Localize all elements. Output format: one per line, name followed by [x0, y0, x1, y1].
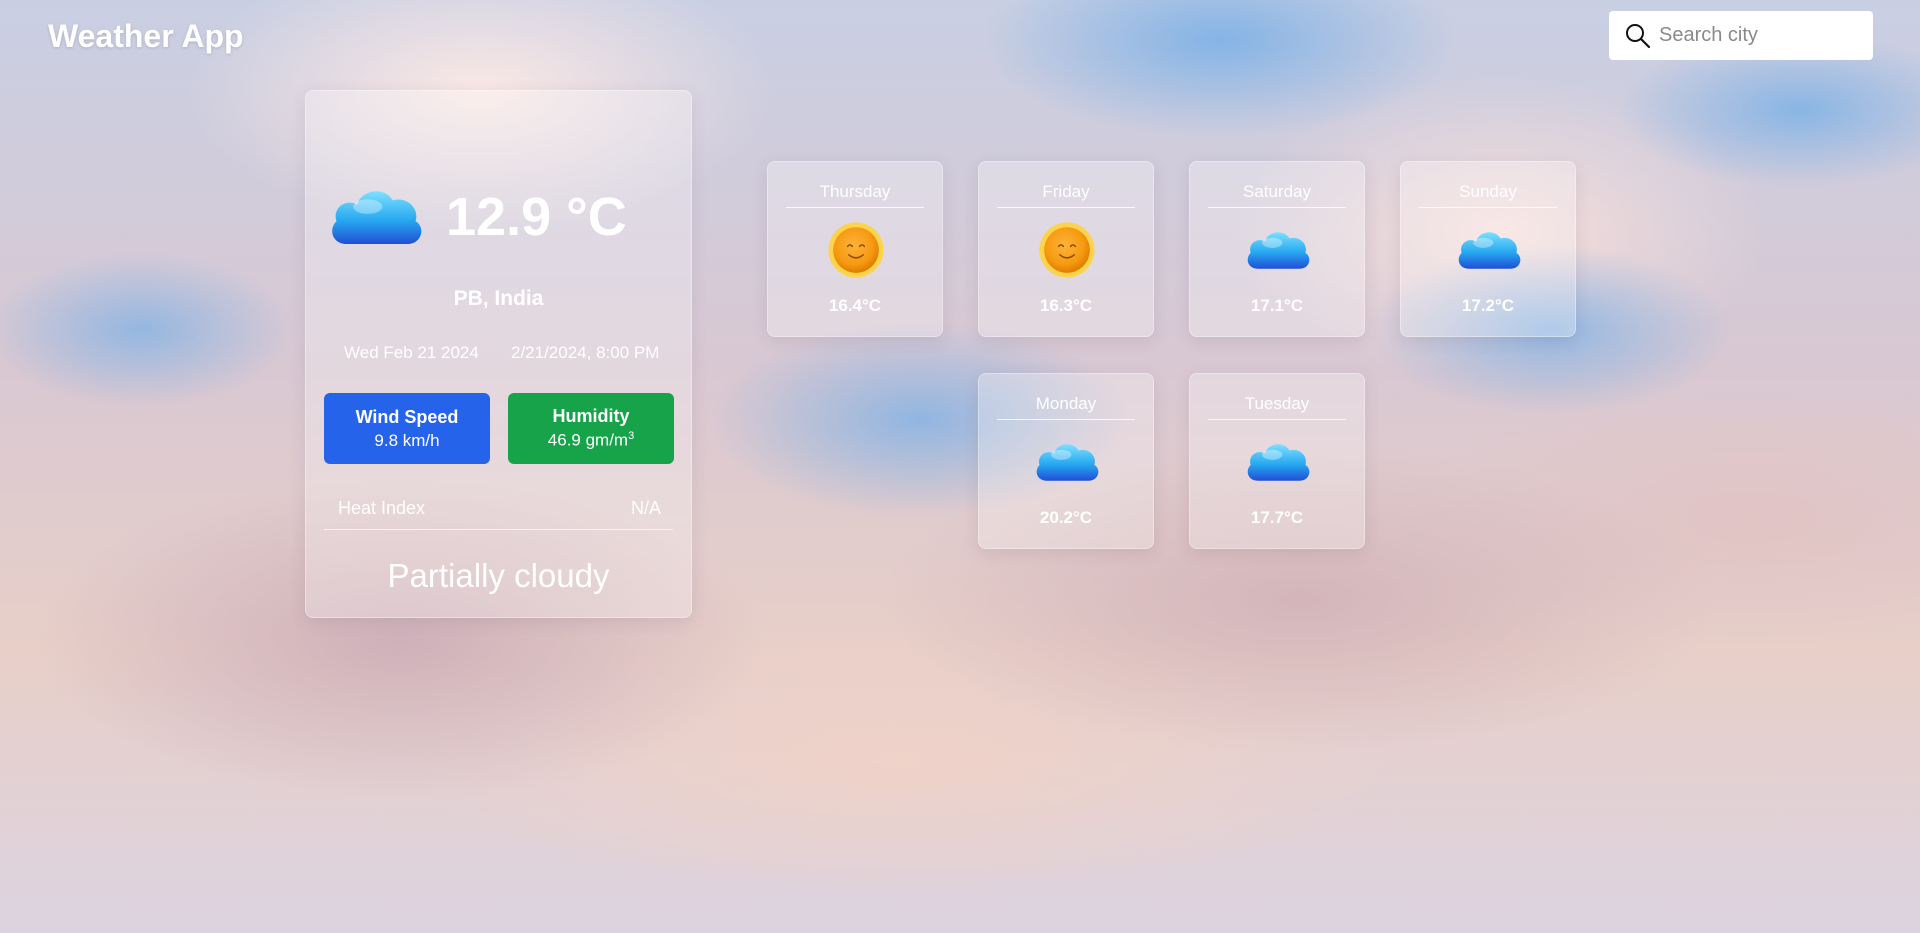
search-box[interactable] — [1609, 11, 1873, 60]
search-input[interactable] — [1659, 24, 1859, 47]
cloud-icon — [1248, 432, 1308, 492]
cloud-icon — [1037, 432, 1097, 492]
forecast-card-thursday: Thursday 16.4°C — [767, 161, 943, 337]
humidity-value-wrap: 46.9 gm/m3 — [508, 430, 674, 451]
humidity-label: Humidity — [552, 406, 630, 427]
forecast-temperature: 17.1°C — [1250, 296, 1304, 315]
cloud-icon — [1459, 220, 1519, 280]
forecast-day-name: Thursday — [786, 182, 924, 208]
search-icon — [1623, 21, 1653, 51]
forecast-card-saturday: Saturday 17.1°C — [1189, 161, 1365, 337]
humidity-unit-superscript: 3 — [628, 430, 635, 443]
weather-condition: Partially cloudy — [387, 557, 610, 594]
forecast-day-name: Monday — [997, 394, 1135, 420]
forecast-card-sunday: Sunday 17.2°C — [1400, 161, 1576, 337]
humidity-value: 46.9 gm/m — [547, 430, 629, 450]
sun-icon — [1037, 220, 1097, 280]
forecast-temperature: 17.7°C — [1250, 508, 1304, 527]
heat-index-value: N/A — [630, 498, 661, 518]
app-title: Weather App — [48, 18, 244, 54]
forecast-temperature: 20.2°C — [1039, 508, 1093, 527]
forecast-card-tuesday: Tuesday 17.7°C — [1189, 373, 1365, 549]
humidity-card: Humidity 46.9 gm/m3 — [508, 393, 674, 464]
sun-icon — [826, 220, 886, 280]
current-temperature: 12.9 °C — [446, 187, 627, 247]
wind-speed-value: 9.8 km/h — [374, 430, 440, 450]
forecast-card-friday: Friday 16.3°C — [978, 161, 1154, 337]
current-date: Wed Feb 21 2024 — [344, 343, 479, 362]
forecast-temperature: 16.4°C — [828, 296, 882, 315]
current-datetime: 2/21/2024, 8:00 PM — [511, 343, 660, 362]
forecast-temperature: 17.2°C — [1461, 296, 1515, 315]
forecast-card-monday: Monday 20.2°C — [978, 373, 1154, 549]
forecast-day-name: Saturday — [1208, 182, 1346, 208]
wind-speed-card: Wind Speed 9.8 km/h — [324, 393, 490, 464]
location-label: PB, India — [453, 287, 544, 310]
heat-index-label: Heat Index — [338, 498, 426, 518]
heat-index-row: Heat Index N/A — [324, 496, 673, 530]
cloud-icon — [1248, 220, 1308, 280]
cloud-icon — [324, 175, 428, 259]
forecast-day-name: Tuesday — [1208, 394, 1346, 420]
forecast-day-name: Friday — [997, 182, 1135, 208]
forecast-temperature: 16.3°C — [1039, 296, 1093, 315]
current-weather-card: 12.9 °C PB, India Wed Feb 21 2024 2/21/2… — [305, 90, 692, 618]
forecast-day-name: Sunday — [1419, 182, 1557, 208]
wind-speed-label: Wind Speed — [355, 406, 459, 427]
